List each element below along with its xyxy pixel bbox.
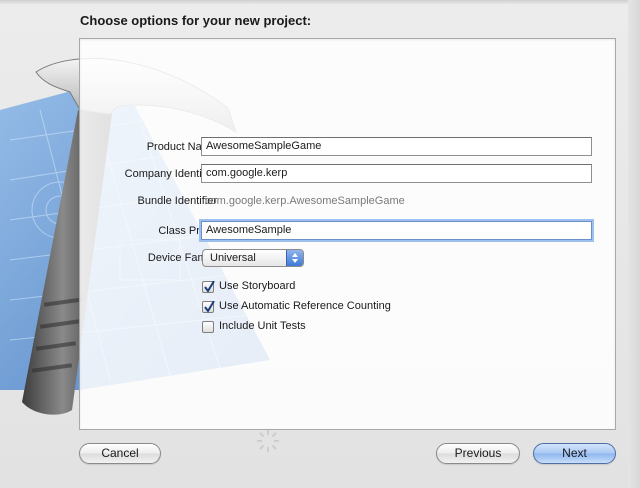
device-family-label: Device Family bbox=[147, 252, 217, 264]
device-family-select[interactable]: Universal bbox=[202, 249, 304, 267]
checkmark-icon bbox=[204, 301, 215, 313]
use-arc-checkbox[interactable] bbox=[202, 301, 215, 313]
company-identifier-label: Company Identifier bbox=[124, 168, 217, 180]
new-project-dialog: Choose options for your new project: Pro… bbox=[0, 0, 640, 488]
bundle-identifier-label: Bundle Identifier bbox=[137, 195, 218, 207]
up-down-arrows-icon bbox=[286, 250, 303, 266]
checkmark-icon bbox=[204, 281, 215, 293]
use-storyboard-label: Use Storyboard bbox=[219, 280, 296, 292]
class-prefix-field[interactable]: AwesomeSample bbox=[201, 221, 592, 240]
next-button[interactable]: Next bbox=[533, 443, 616, 464]
device-family-value: Universal bbox=[210, 252, 256, 264]
window-right-edge bbox=[628, 0, 640, 488]
product-name-field[interactable]: AwesomeSampleGame bbox=[201, 137, 592, 156]
previous-button[interactable]: Previous bbox=[436, 443, 520, 464]
cancel-button[interactable]: Cancel bbox=[79, 443, 161, 464]
spinner-gear-icon bbox=[257, 430, 279, 452]
class-prefix-label: Class Prefix bbox=[158, 225, 217, 237]
window-top-edge bbox=[0, 0, 640, 4]
dialog-title: Choose options for your new project: bbox=[80, 13, 312, 28]
bundle-identifier-value: com.google.kerp.AwesomeSampleGame bbox=[205, 195, 405, 207]
include-unit-tests-checkbox[interactable] bbox=[202, 321, 214, 333]
product-name-label: Product Name bbox=[146, 141, 217, 153]
include-unit-tests-label: Include Unit Tests bbox=[219, 320, 306, 332]
use-storyboard-checkbox[interactable] bbox=[202, 281, 215, 293]
company-identifier-field[interactable]: com.google.kerp bbox=[201, 164, 592, 183]
use-arc-label: Use Automatic Reference Counting bbox=[219, 300, 391, 312]
